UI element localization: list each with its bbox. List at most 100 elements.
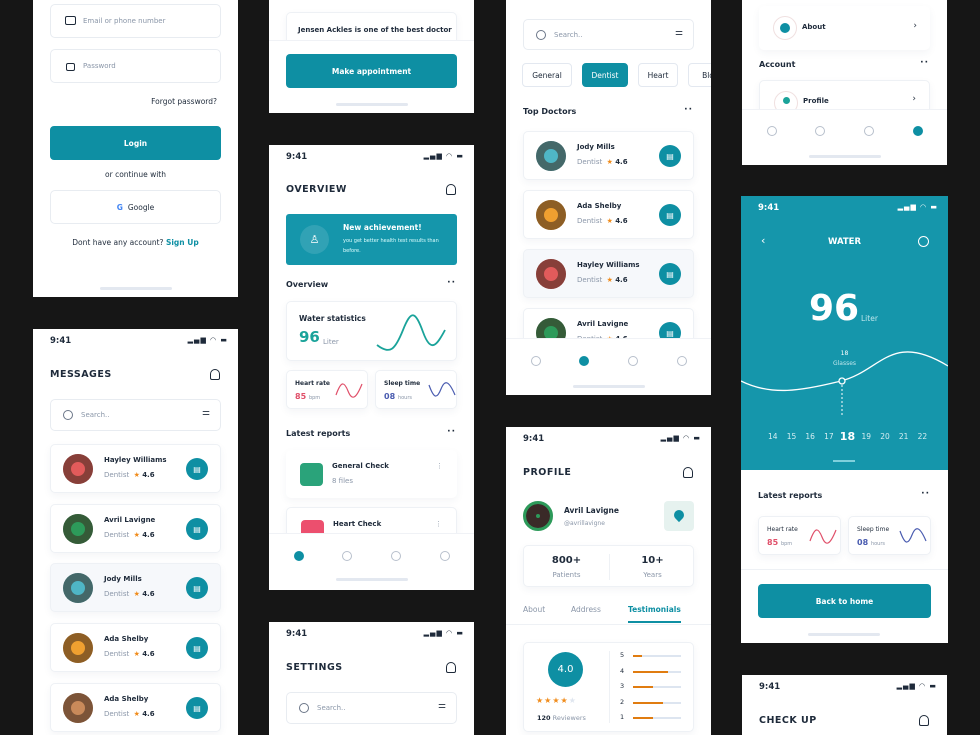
day-item[interactable]: 14 [768, 432, 778, 441]
category-chip[interactable]: Dentist [582, 63, 628, 87]
calendar-tab-icon[interactable] [815, 126, 825, 136]
bell-icon[interactable] [683, 467, 693, 478]
more-icon[interactable]: ·· [920, 58, 929, 68]
category-chip[interactable]: Heart [638, 63, 678, 87]
doctor-card[interactable]: Ada Shelby Dentist ★ 4.6 ▤ [523, 190, 694, 239]
day-item[interactable]: 17 [824, 432, 834, 441]
day-item[interactable]: 15 [787, 432, 797, 441]
day-item[interactable]: 21 [899, 432, 909, 441]
home-tab-icon[interactable] [531, 356, 541, 366]
calendar-tab-icon[interactable] [342, 551, 352, 561]
home-indicator [100, 287, 172, 290]
category-chip[interactable]: Blo [688, 63, 711, 87]
day-item[interactable]: 16 [805, 432, 815, 441]
bell-icon[interactable] [210, 369, 220, 380]
info-icon[interactable] [918, 236, 929, 247]
home-tab-icon[interactable] [767, 126, 777, 136]
doctor-card[interactable]: Ada Shelby Dentist ★ 4.6 ▤ [50, 683, 221, 732]
day-item[interactable]: 20 [880, 432, 890, 441]
about-row[interactable]: About › [759, 6, 930, 50]
search-input[interactable]: Search.. ⚌ [286, 692, 457, 724]
doctor-card[interactable]: Jody Mills Dentist ★ 4.6 ▤ [50, 563, 221, 612]
chat-button[interactable]: ▤ [186, 637, 208, 659]
achievement-banner[interactable]: ♙ New achievement! you get better health… [286, 214, 457, 265]
doctor-card[interactable]: Hayley Williams Dentist ★ 4.6 ▤ [50, 444, 221, 493]
doctor-card[interactable]: Avril Lavigne Dentist ★ 4.6 ▤ [50, 504, 221, 553]
chat-button[interactable]: ▤ [186, 577, 208, 599]
heart-rate-card[interactable]: Heart rate 85 bpm [758, 516, 841, 555]
rating-bar [633, 701, 681, 704]
avatar [63, 573, 93, 603]
google-button[interactable]: G Google [50, 190, 221, 224]
location-pin-icon [671, 507, 687, 523]
bell-icon[interactable] [446, 662, 456, 673]
rating-badge: 4.0 [548, 652, 583, 687]
avatar [63, 454, 93, 484]
calendar-tab-icon[interactable] [579, 356, 589, 366]
doctor-card[interactable]: Ada Shelby Dentist ★ 4.6 ▤ [50, 623, 221, 672]
chat-tab-icon[interactable] [864, 126, 874, 136]
category-chip[interactable]: General [522, 63, 572, 87]
forgot-password-link[interactable]: Forgot password? [151, 97, 217, 106]
report-general-check[interactable]: General Check 8 files ⋮ [286, 450, 457, 498]
more-icon[interactable]: ·· [447, 427, 456, 437]
email-field[interactable]: Email or phone number [50, 4, 221, 38]
profile-screen: 9:41 ▂▄▆ ◠ ▬ PROFILE Avril Lavigne @avril… [506, 427, 711, 735]
chat-button[interactable]: ▤ [186, 697, 208, 719]
chat-button[interactable]: ▤ [186, 458, 208, 480]
water-wave-chart [741, 351, 948, 416]
chat-tab-icon[interactable] [628, 356, 638, 366]
heart-rate-card[interactable]: Heart rate 85 bpm [286, 370, 368, 409]
chevron-right-icon: › [913, 21, 917, 31]
bell-icon[interactable] [446, 184, 456, 195]
kebab-icon[interactable]: ⋮ [435, 520, 442, 528]
chat-button[interactable]: ▤ [659, 204, 681, 226]
more-icon[interactable]: ·· [447, 278, 456, 288]
back-to-home-button[interactable]: Back to home [758, 584, 931, 618]
water-statistics-card[interactable]: Water statistics 96 Liter [286, 301, 457, 361]
avatar [536, 200, 566, 230]
tab-testimonials[interactable]: Testimonials [628, 605, 681, 614]
more-icon[interactable]: ·· [684, 105, 693, 115]
search-input[interactable]: Search.. ⚌ [523, 19, 694, 50]
more-icon[interactable]: ·· [921, 489, 930, 499]
filter-icon[interactable]: ⚌ [675, 28, 683, 38]
appointment-screen: Jensen Ackles is one of the best doctor … [269, 0, 474, 113]
doctor-card[interactable]: Jody Mills Dentist ★ 4.6 ▤ [523, 131, 694, 180]
make-appointment-button[interactable]: Make appointment [286, 54, 457, 88]
password-field[interactable]: Password [50, 49, 221, 83]
day-item[interactable]: 19 [862, 432, 872, 441]
chat-tab-icon[interactable] [391, 551, 401, 561]
settings-tab-icon[interactable] [440, 551, 450, 561]
rating-bar-label: 4 [620, 666, 625, 675]
chat-button[interactable]: ▤ [186, 518, 208, 540]
filter-icon[interactable]: ⚌ [438, 701, 446, 711]
settings-tab-icon[interactable] [913, 126, 923, 136]
sleep-time-card[interactable]: Sleep time 08 hours [375, 370, 457, 409]
chat-button[interactable]: ▤ [659, 263, 681, 285]
day-item[interactable]: 18 [840, 430, 855, 443]
tab-address[interactable]: Address [571, 605, 601, 614]
kebab-icon[interactable]: ⋮ [436, 462, 443, 470]
search-input[interactable]: Search.. ⚌ [50, 399, 221, 431]
bell-icon[interactable] [919, 715, 929, 726]
home-tab-icon[interactable] [294, 551, 304, 561]
chat-button[interactable]: ▤ [659, 145, 681, 167]
rating-bar [633, 686, 681, 688]
rating-bar [633, 670, 681, 673]
page-title: OVERVIEW [286, 184, 347, 195]
tab-about[interactable]: About [523, 605, 545, 614]
settings-tab-icon[interactable] [677, 356, 687, 366]
star-icon: ★ [606, 217, 613, 225]
filter-icon[interactable]: ⚌ [202, 408, 210, 418]
signup-link[interactable]: Sign Up [166, 238, 199, 247]
doctor-card[interactable]: Hayley Williams Dentist ★ 4.6 ▤ [523, 249, 694, 298]
star-icon: ★ [133, 650, 140, 658]
star-rating: ★★★★★ [536, 696, 577, 705]
sleep-time-card[interactable]: Sleep time 08 hours [848, 516, 931, 555]
day-item[interactable]: 22 [918, 432, 928, 441]
map-thumbnail[interactable] [664, 501, 694, 531]
search-icon [299, 703, 309, 713]
login-button[interactable]: Login [50, 126, 221, 160]
account-screen: About › Account ·· Profile › [742, 0, 947, 165]
